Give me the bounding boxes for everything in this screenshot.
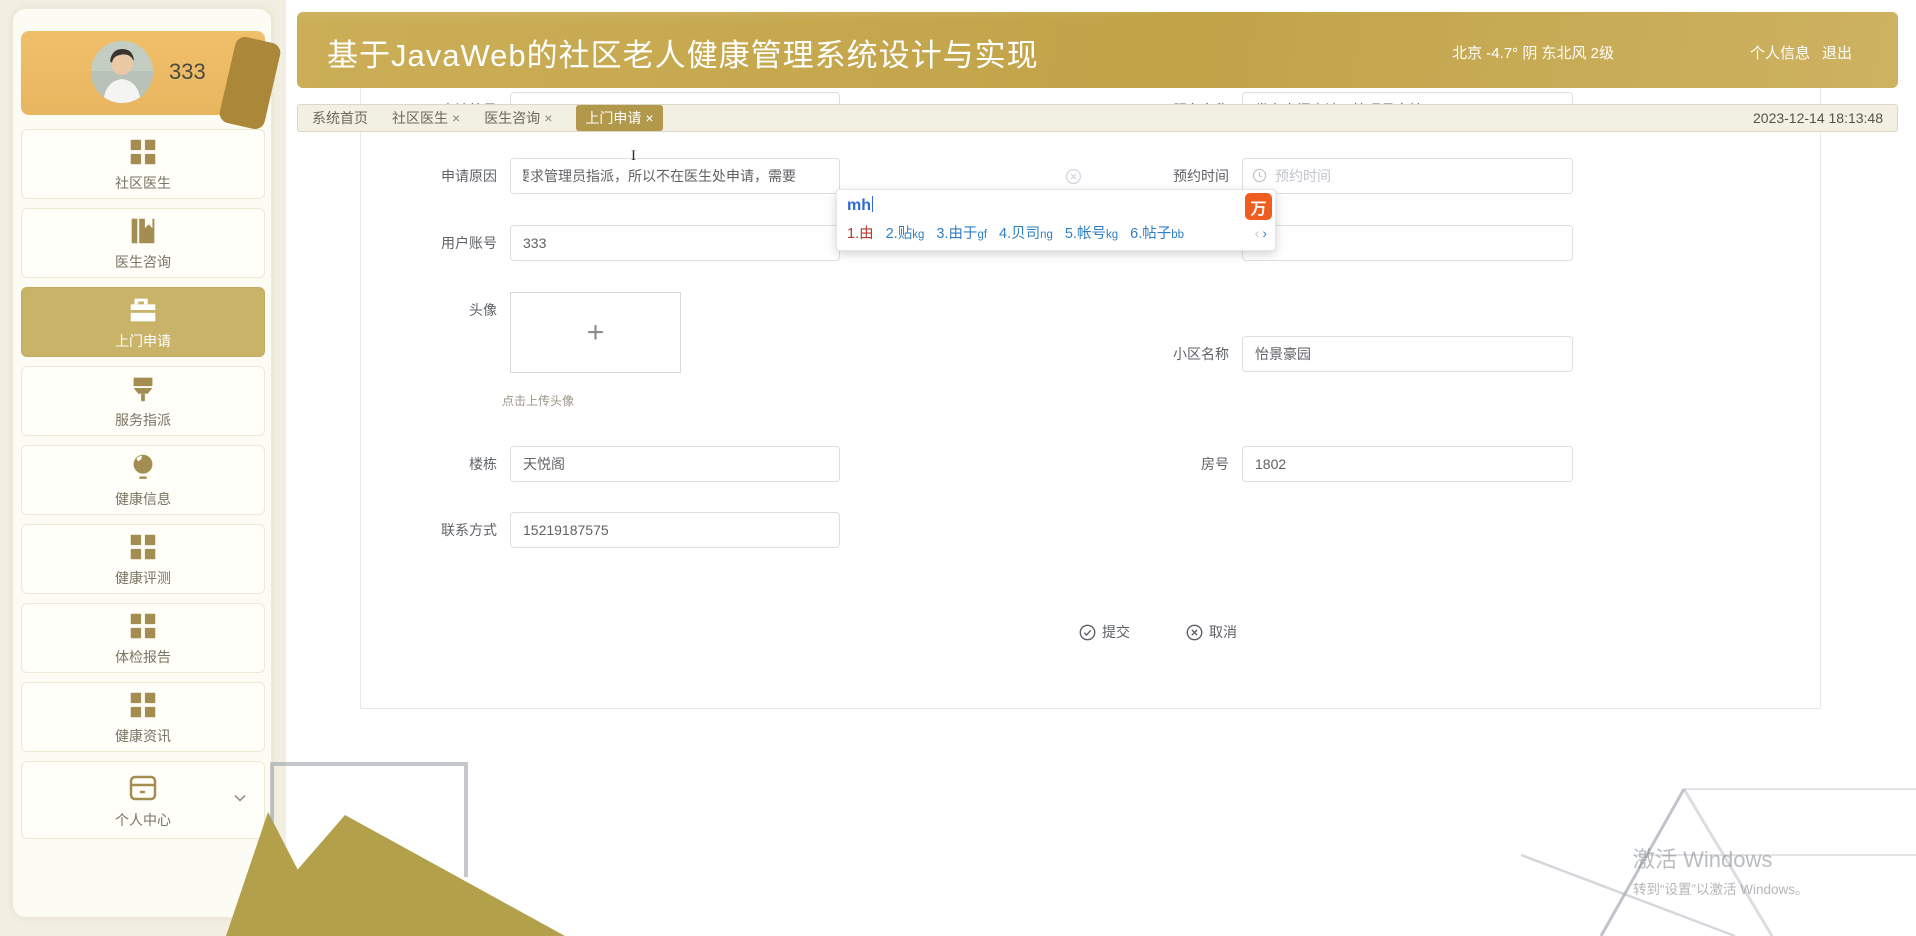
- sidebar-item-label: 体检报告: [115, 647, 171, 667]
- sidebar-item-health-info[interactable]: 健康信息: [21, 445, 265, 515]
- top-header: 基于JavaWeb的社区老人健康管理系统设计与实现 北京 -4.7° 阴 东北风…: [297, 12, 1898, 88]
- ime-candidate[interactable]: 6.帖子bb: [1130, 222, 1184, 243]
- appointment-time-input[interactable]: [1242, 158, 1573, 194]
- username: 333: [169, 59, 206, 85]
- form-row-building: 楼栋: [377, 446, 840, 482]
- field-label: 楼栋: [377, 446, 497, 482]
- logout-link[interactable]: 退出: [1822, 42, 1852, 63]
- sidebar-item-label: 社区医生: [115, 173, 171, 193]
- sidebar-item-health-news[interactable]: 健康资讯: [21, 682, 265, 752]
- current-timestamp: 2023-12-14 18:13:48: [1753, 110, 1883, 126]
- clear-circle-icon[interactable]: [1065, 168, 1082, 185]
- bulb-icon: [126, 451, 160, 485]
- ime-candidate[interactable]: 5.帐号kg: [1065, 222, 1118, 243]
- community-name-input[interactable]: [1242, 336, 1573, 372]
- brush-icon: [126, 372, 160, 406]
- field-label: 小区名称: [1109, 336, 1229, 372]
- sidebar: 333 社区医生 医生咨询 上门申请: [12, 8, 272, 918]
- ime-candidate[interactable]: 2.贴kg: [886, 222, 925, 243]
- grid-icon: [126, 609, 160, 643]
- profile-link[interactable]: 个人信息: [1750, 42, 1810, 63]
- windows-activation-watermark: 激活 Windows 转到“设置”以激活 Windows。: [1633, 842, 1809, 898]
- sidebar-item-label: 健康评测: [115, 568, 171, 588]
- room-no-input[interactable]: [1242, 446, 1573, 482]
- phone-input[interactable]: [510, 512, 840, 548]
- ime-caret: [872, 196, 873, 212]
- tab-bar: 系统首页 社区医生 × 医生咨询 × 上门申请 × 2023-12-14 18:…: [297, 104, 1898, 132]
- sidebar-item-label: 健康资讯: [115, 726, 171, 746]
- tab-community-doctor[interactable]: 社区医生 ×: [392, 108, 460, 128]
- close-icon[interactable]: ×: [452, 110, 460, 126]
- sidebar-item-doctor-consult[interactable]: 医生咨询: [21, 208, 265, 278]
- header-links: 个人信息 退出: [1750, 42, 1852, 63]
- ime-candidate[interactable]: 1.由: [847, 222, 874, 243]
- chevron-down-icon[interactable]: [232, 790, 248, 811]
- sidebar-item-door-visit-apply[interactable]: 上门申请: [21, 287, 265, 357]
- tab-system-home[interactable]: 系统首页: [312, 108, 368, 128]
- panel-icon: [125, 770, 161, 806]
- submit-button[interactable]: 提交: [1079, 622, 1130, 642]
- tab-doctor-consult[interactable]: 医生咨询 ×: [484, 108, 552, 128]
- sidebar-item-service-assign[interactable]: 服务指派: [21, 366, 265, 436]
- sidebar-item-label: 上门申请: [115, 331, 171, 351]
- ime-next-page-icon[interactable]: ›: [1262, 225, 1267, 241]
- plus-icon: +: [587, 318, 605, 348]
- grid-icon: [126, 135, 160, 169]
- sidebar-item-checkup-report[interactable]: 体检报告: [21, 603, 265, 673]
- field-label: 头像: [377, 292, 497, 328]
- form-row-account: 用户账号: [377, 225, 840, 261]
- grid-icon: [126, 688, 160, 722]
- briefcase-icon: [126, 293, 160, 327]
- reason-input[interactable]: [510, 158, 840, 194]
- form-row-avatar: 头像 +: [377, 292, 681, 373]
- field-label: 用户账号: [377, 225, 497, 261]
- sidebar-item-community-doctor[interactable]: 社区医生: [21, 129, 265, 199]
- ime-prev-page-icon[interactable]: ‹: [1255, 225, 1260, 241]
- clock-icon: [1252, 168, 1267, 183]
- building-input[interactable]: [510, 446, 840, 482]
- watermark-line1: 激活 Windows: [1633, 842, 1809, 874]
- sidebar-item-label: 健康信息: [115, 489, 171, 509]
- form-row-phone: 联系方式: [377, 512, 840, 548]
- form-card: 申请编号 服务名称 申请原因 预约时间 用户账号: [360, 51, 1821, 709]
- form-row-reason: 申请原因: [377, 158, 840, 194]
- ime-popup: mh 万 1.由 2.贴kg 3.由于gf 4.贝司ng 5.帐号kg 6.帖子…: [836, 189, 1276, 251]
- weather-info: 北京 -4.7° 阴 东北风 2级: [1452, 42, 1614, 63]
- field-label: 申请原因: [377, 158, 497, 194]
- ime-composition: mh: [847, 196, 873, 215]
- grid-icon: [126, 530, 160, 564]
- close-icon[interactable]: ×: [645, 110, 653, 126]
- circle-check-icon: [1079, 624, 1096, 641]
- avatar: [91, 41, 153, 103]
- field-label: 房号: [1109, 446, 1229, 482]
- profile-card: 333: [21, 31, 265, 115]
- sidebar-item-label: 医生咨询: [115, 252, 171, 272]
- covered-empty-input[interactable]: [1242, 225, 1573, 261]
- watermark-line2: 转到“设置”以激活 Windows。: [1633, 878, 1809, 898]
- field-label: 联系方式: [377, 512, 497, 548]
- close-icon[interactable]: ×: [544, 110, 552, 126]
- page-title: 基于JavaWeb的社区老人健康管理系统设计与实现: [327, 30, 1039, 75]
- form-buttons: 提交 取消: [1079, 622, 1237, 642]
- tab-door-visit-apply[interactable]: 上门申请 ×: [576, 105, 662, 131]
- ime-logo-icon[interactable]: 万: [1245, 193, 1272, 220]
- ime-candidate-list: 1.由 2.贴kg 3.由于gf 4.贝司ng 5.帐号kg 6.帖子bb ‹ …: [847, 222, 1267, 243]
- sidebar-item-label: 个人中心: [115, 810, 171, 830]
- sidebar-item-health-evaluate[interactable]: 健康评测: [21, 524, 265, 594]
- avatar-upload-tip: 点击上传头像: [502, 392, 574, 409]
- sidebar-item-personal-center[interactable]: 个人中心: [21, 761, 265, 839]
- sidebar-menu: 社区医生 医生咨询 上门申请 服务指派: [21, 129, 265, 848]
- form-row-room: 房号: [1109, 446, 1573, 482]
- sidebar-item-label: 服务指派: [115, 410, 171, 430]
- form-row-community: 小区名称: [1109, 336, 1573, 372]
- ime-candidate[interactable]: 3.由于gf: [936, 222, 987, 243]
- circle-x-icon: [1186, 624, 1203, 641]
- user-account-input[interactable]: [510, 225, 840, 261]
- text-cursor-pointer: I: [631, 148, 636, 165]
- screen: 333 社区医生 医生咨询 上门申请: [0, 0, 1916, 936]
- cancel-button[interactable]: 取消: [1186, 622, 1237, 642]
- ime-candidate[interactable]: 4.贝司ng: [999, 222, 1053, 243]
- avatar-upload-box[interactable]: +: [510, 292, 681, 373]
- book-icon: [126, 214, 160, 248]
